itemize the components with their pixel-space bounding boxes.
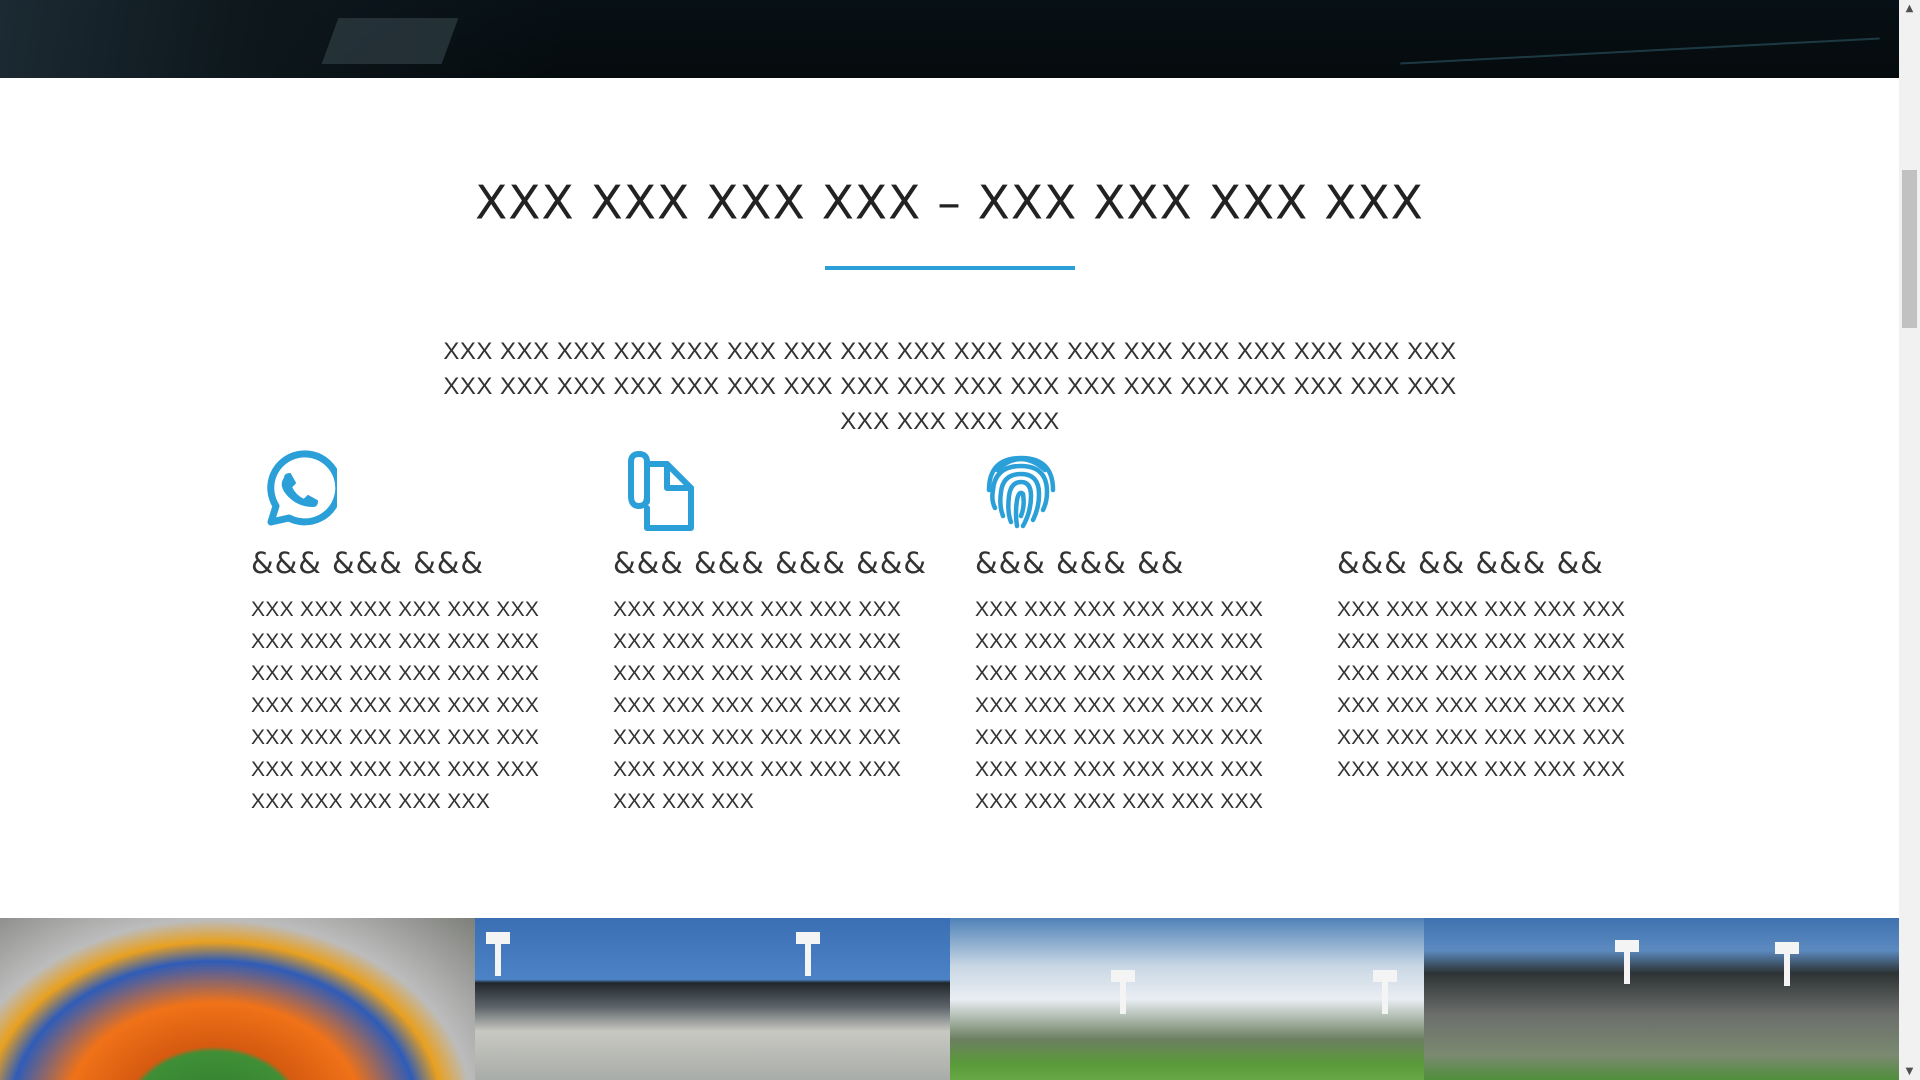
page: XXX XXX XXX XXX – XXX XXX XXX XXX XXX XX… (0, 0, 1899, 1080)
field-line-shape (1400, 37, 1880, 65)
feature-text: XXX XXX XXX XXX XXX XXX XXX XXX XXX XXX … (975, 598, 1264, 813)
feature-text: XXX XXX XXX XXX XXX XXX XXX XXX XXX XXX … (1337, 598, 1626, 781)
stadium-crowd-photo[interactable] (1424, 918, 1899, 1080)
stadium-stand-shape (0, 0, 560, 78)
floodlight-pylon (485, 932, 510, 976)
scroll-down-arrow-icon[interactable]: ▼ (1899, 1063, 1920, 1080)
feature-card-1: &&& &&& &&& XXX XXX XXX XXX XXX XXX XXX … (251, 450, 571, 813)
fingerprint-icon (981, 450, 1061, 532)
empty-icon (1343, 450, 1423, 532)
stadium-aerial-photo[interactable] (0, 918, 475, 1080)
floodlight-pylon (1372, 970, 1397, 1014)
floodlight-pylon (1775, 942, 1800, 986)
feature-text: XXX XXX XXX XXX XXX XXX XXX XXX XXX XXX … (613, 598, 902, 813)
feature-text: XXX XXX XXX XXX XXX XXX XXX XXX XXX XXX … (251, 598, 540, 813)
feature-heading: &&& &&& &&& &&& (613, 546, 928, 580)
feature-heading: &&& && &&& && (1337, 546, 1604, 580)
feature-heading: &&& &&& &&& (251, 546, 484, 580)
scroll-up-arrow-icon[interactable]: ▲ (1899, 0, 1920, 17)
hero-image-strip (0, 0, 1899, 78)
stadium-gallery (0, 918, 1899, 1080)
feature-card-4: &&& && &&& && XXX XXX XXX XXX XXX XXX XX… (1337, 450, 1657, 781)
cricket-ground-photo[interactable] (949, 918, 1425, 1080)
scroll-thumb[interactable] (1902, 170, 1917, 328)
feature-heading: &&& &&& && (975, 546, 1185, 580)
stadium-roof-shape (321, 18, 459, 64)
floodlight-pylon (795, 932, 820, 976)
floodlight-pylon (1110, 970, 1135, 1014)
page-scrollbar[interactable]: ▲ ▼ (1899, 0, 1920, 1080)
feature-card-2: &&& &&& &&& &&& XXX XXX XXX XXX XXX XXX … (613, 450, 933, 813)
whatsapp-icon (257, 450, 337, 532)
floodlight-pylon (1615, 940, 1640, 984)
section-title: XXX XXX XXX XXX – XXX XXX XXX XXX (475, 176, 1424, 231)
attachment-document-icon (619, 450, 699, 532)
section-intro: XXX XXX XXX XXX XXX XXX XXX XXX XXX XXX … (443, 338, 1457, 435)
feature-card-3: &&& &&& && XXX XXX XXX XXX XXX XXX XXX X… (975, 450, 1295, 813)
stadium-stands-photo[interactable] (474, 918, 950, 1080)
title-underline (825, 266, 1075, 270)
features-section: XXX XXX XXX XXX – XXX XXX XXX XXX XXX XX… (0, 78, 1899, 918)
